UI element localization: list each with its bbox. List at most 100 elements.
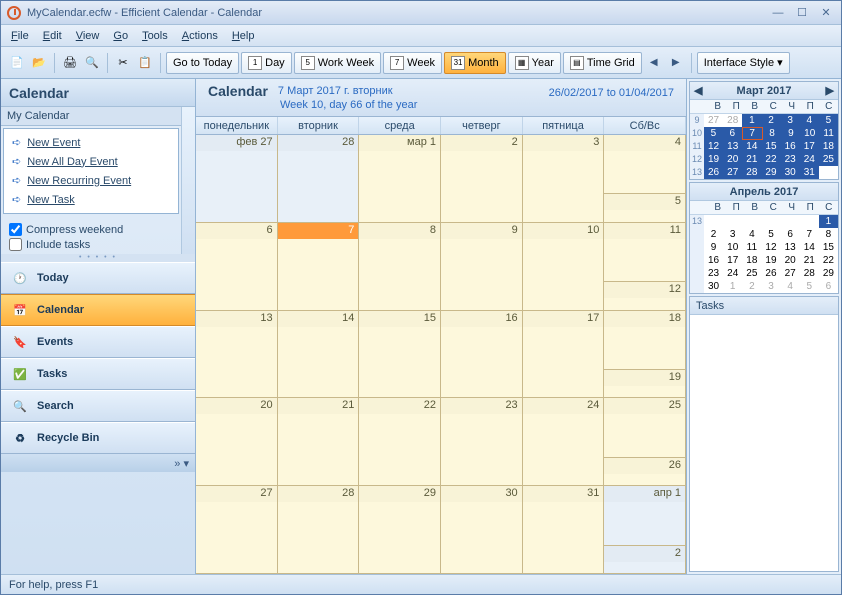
nav-search[interactable]: 🔍Search (1, 390, 195, 422)
nav-events[interactable]: 🔖Events (1, 326, 195, 358)
mini-day[interactable]: 9 (781, 127, 800, 140)
calendar-cell[interactable]: 10 (523, 223, 605, 310)
calendar-cell[interactable]: 1112 (604, 223, 686, 310)
calendar-cell[interactable]: 20 (196, 398, 278, 485)
interface-style-button[interactable]: Interface Style ▾ (697, 52, 790, 74)
mini-day[interactable]: 2 (704, 228, 723, 241)
view-day-button[interactable]: 1Day (241, 52, 292, 74)
check-compress[interactable]: Compress weekend (9, 222, 173, 237)
menu-help[interactable]: Help (232, 30, 255, 42)
mini-day[interactable]: 6 (723, 127, 742, 140)
mini-day[interactable]: 29 (761, 166, 780, 179)
calendar-cell[interactable]: 28 (278, 486, 360, 573)
calendar-cell[interactable]: 6 (196, 223, 278, 310)
go-to-today-button[interactable]: Go to Today (166, 52, 239, 74)
mini-day[interactable]: 27 (723, 166, 742, 179)
view-workweek-button[interactable]: 5Work Week (294, 52, 381, 74)
nav-tasks[interactable]: ✅Tasks (1, 358, 195, 390)
calendar-cell[interactable]: 30 (441, 486, 523, 573)
calendar-cell[interactable]: 31 (523, 486, 605, 573)
menu-go[interactable]: Go (113, 30, 128, 42)
print-icon[interactable]: 🖨 (60, 53, 80, 73)
mini-day[interactable]: 1 (723, 280, 742, 293)
mini-day[interactable]: 26 (704, 166, 723, 179)
nav-recycle[interactable]: ♻Recycle Bin (1, 422, 195, 454)
nav-next-button[interactable]: ▶ (666, 53, 686, 73)
mini-day[interactable]: 10 (723, 241, 742, 254)
calendar-cell[interactable]: 2 (441, 135, 523, 222)
mini-day[interactable]: 3 (781, 114, 800, 127)
mini-day[interactable]: 14 (800, 241, 819, 254)
mini-day[interactable]: 24 (800, 153, 819, 166)
calendar-cell[interactable]: фев 27 (196, 135, 278, 222)
mini-day[interactable] (704, 215, 723, 228)
mini-day[interactable]: 20 (723, 153, 742, 166)
calendar-cell[interactable]: 23 (441, 398, 523, 485)
view-month-button[interactable]: 31Month (444, 52, 506, 74)
mini-day[interactable]: 1 (742, 114, 761, 127)
mini-day[interactable]: 25 (819, 153, 838, 166)
mini-day[interactable]: 28 (800, 267, 819, 280)
mini-day[interactable]: 6 (781, 228, 800, 241)
mini-day[interactable]: 3 (761, 280, 780, 293)
mini-day[interactable]: 9 (704, 241, 723, 254)
mini-prev-button[interactable]: ◀ (694, 84, 702, 97)
sidebar-gripper[interactable]: • • • • • (1, 254, 195, 262)
mini-day[interactable]: 5 (800, 280, 819, 293)
mini-day[interactable]: 29 (819, 267, 838, 280)
check-include[interactable]: Include tasks (9, 237, 173, 252)
mini-day[interactable]: 4 (781, 280, 800, 293)
mini-day[interactable]: 14 (742, 140, 761, 153)
menu-file[interactable]: File (11, 30, 29, 42)
menu-actions[interactable]: Actions (182, 30, 218, 42)
mini-day[interactable]: 28 (723, 114, 742, 127)
mini-day[interactable]: 30 (781, 166, 800, 179)
mini-day[interactable]: 2 (742, 280, 761, 293)
mini-day[interactable]: 23 (781, 153, 800, 166)
mini-day[interactable]: 1 (819, 215, 838, 228)
calendar-cell[interactable]: 7 (278, 223, 360, 310)
mini-day[interactable]: 5 (761, 228, 780, 241)
mini-day[interactable]: 27 (781, 267, 800, 280)
mini-day[interactable]: 20 (781, 254, 800, 267)
mini-day[interactable]: 17 (723, 254, 742, 267)
calendar-cell[interactable]: 15 (359, 311, 441, 398)
mini-day[interactable]: 18 (819, 140, 838, 153)
mini-day[interactable]: 3 (723, 228, 742, 241)
mini-day[interactable] (723, 215, 742, 228)
mini-day[interactable]: 30 (704, 280, 723, 293)
link-new-event[interactable]: ➪New Event (4, 133, 178, 152)
copy-icon[interactable]: 📋 (135, 53, 155, 73)
mini-day[interactable] (819, 166, 838, 179)
calendar-cell[interactable]: 27 (196, 486, 278, 573)
mini-day[interactable]: 16 (704, 254, 723, 267)
mini-day[interactable]: 23 (704, 267, 723, 280)
mini-day[interactable]: 8 (819, 228, 838, 241)
new-icon[interactable]: 📄 (7, 53, 27, 73)
calendar-cell[interactable]: 8 (359, 223, 441, 310)
calendar-cell[interactable]: 3 (523, 135, 605, 222)
mini-day[interactable]: 5 (819, 114, 838, 127)
mini-day[interactable]: 25 (742, 267, 761, 280)
mini-day[interactable]: 26 (761, 267, 780, 280)
mini-day[interactable]: 4 (742, 228, 761, 241)
mini-day[interactable]: 16 (781, 140, 800, 153)
view-timegrid-button[interactable]: ▤Time Grid (563, 52, 642, 74)
mini-day[interactable]: 31 (800, 166, 819, 179)
calendar-cell[interactable]: мар 1 (359, 135, 441, 222)
calendar-cell[interactable]: 24 (523, 398, 605, 485)
sidebar-scrollbar[interactable] (181, 107, 195, 254)
preview-icon[interactable]: 🔍 (82, 53, 102, 73)
view-year-button[interactable]: ▦Year (508, 52, 561, 74)
mini-day[interactable]: 13 (781, 241, 800, 254)
mini-day[interactable]: 21 (742, 153, 761, 166)
calendar-cell[interactable]: 9 (441, 223, 523, 310)
sidebar-subtitle[interactable]: My Calendar (1, 107, 181, 126)
calendar-cell[interactable]: 2526 (604, 398, 686, 485)
mini-day[interactable]: 19 (761, 254, 780, 267)
mini-day[interactable]: 7 (742, 127, 763, 140)
mini-day[interactable]: 28 (742, 166, 761, 179)
mini-day[interactable]: 21 (800, 254, 819, 267)
nav-prev-button[interactable]: ◀ (644, 53, 664, 73)
mini-day[interactable]: 8 (763, 127, 782, 140)
